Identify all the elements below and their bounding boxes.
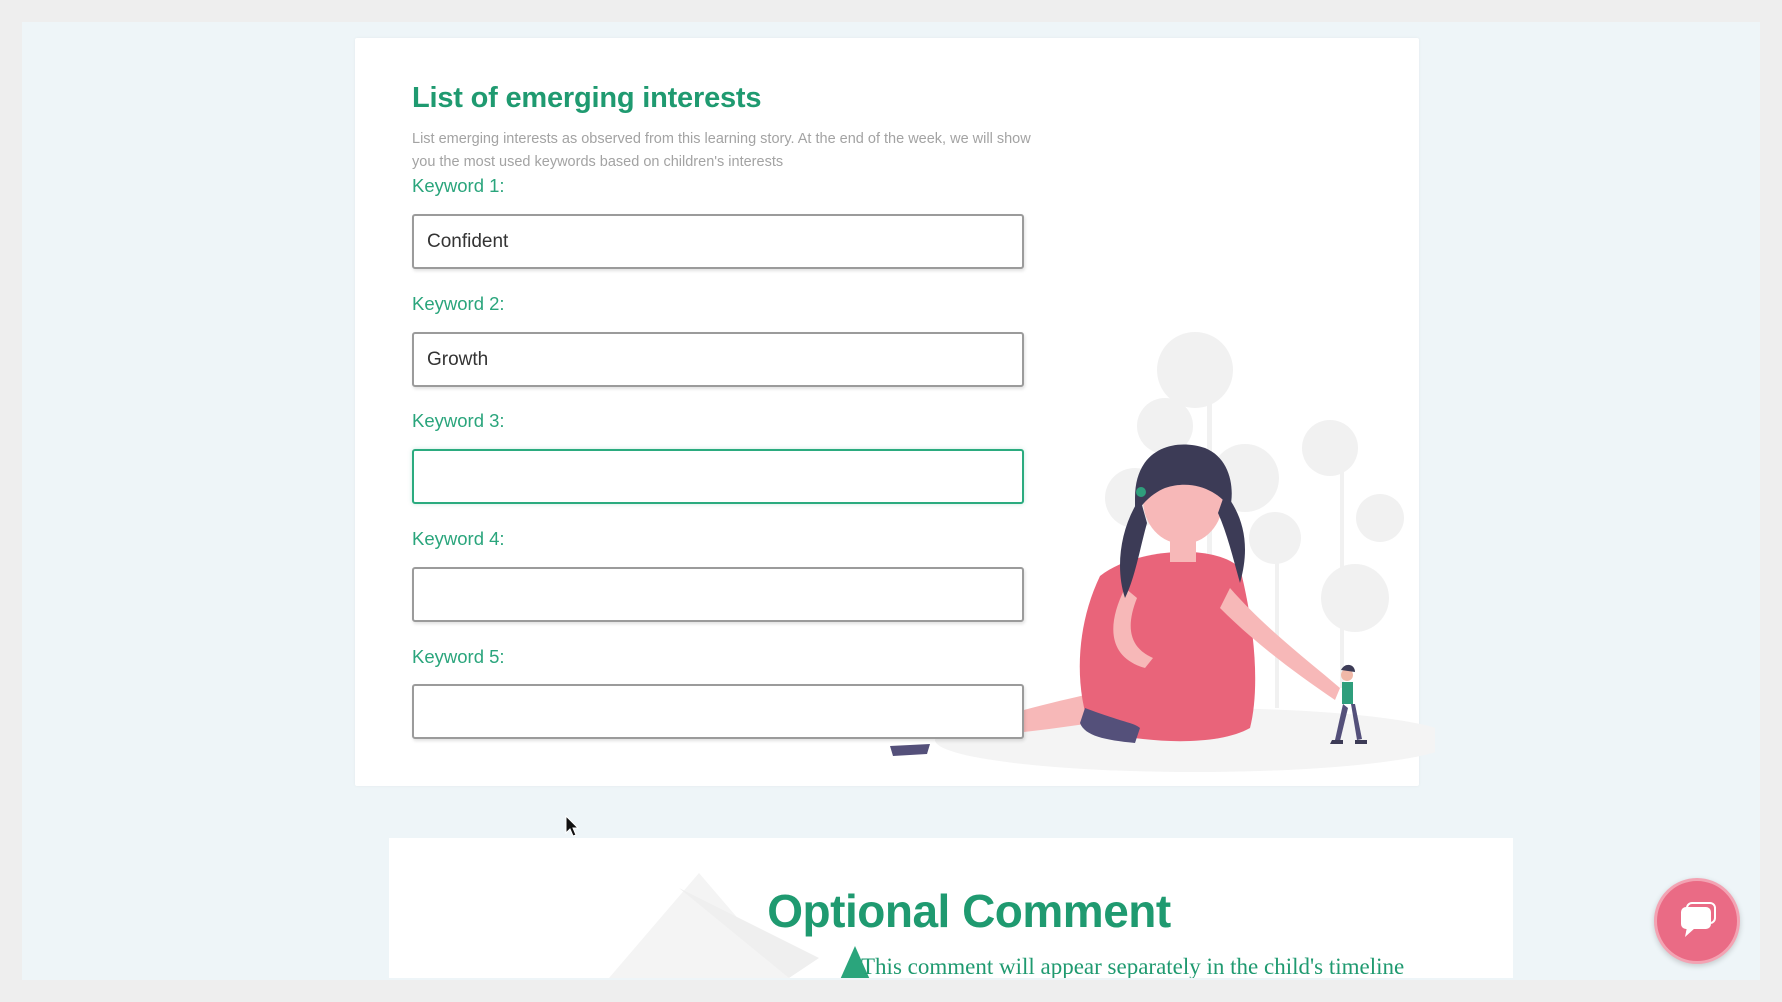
chat-bubble-icon bbox=[1681, 902, 1716, 937]
keyword-2-label: Keyword 2: bbox=[412, 293, 505, 314]
optional-comment-card: Optional Comment This comment will appea… bbox=[389, 838, 1513, 978]
keyword-4-label: Keyword 4: bbox=[412, 528, 505, 549]
comment-subtitle: This comment will appear separately in t… bbox=[861, 954, 1405, 978]
keyword-5-label: Keyword 5: bbox=[412, 646, 505, 667]
keyword-2-input[interactable] bbox=[412, 332, 1024, 387]
keyword-5-input[interactable] bbox=[412, 684, 1024, 739]
emerging-interests-card: List of emerging interests List emerging… bbox=[355, 38, 1435, 786]
mouse-cursor-icon bbox=[565, 815, 580, 837]
page-background: List of emerging interests List emerging… bbox=[22, 22, 1760, 980]
keyword-1-input[interactable] bbox=[412, 214, 1024, 269]
keyword-3-input[interactable] bbox=[412, 449, 1024, 504]
bottom-edge bbox=[0, 980, 1782, 1002]
keyword-3-label: Keyword 3: bbox=[412, 410, 505, 431]
keyword-4-input[interactable] bbox=[412, 567, 1024, 622]
chat-button[interactable] bbox=[1654, 878, 1740, 964]
section-title: List of emerging interests bbox=[412, 82, 762, 114]
section-description: List emerging interests as observed from… bbox=[412, 131, 1031, 170]
keyword-1-label: Keyword 1: bbox=[412, 175, 505, 196]
comment-title: Optional Comment bbox=[767, 885, 1171, 937]
